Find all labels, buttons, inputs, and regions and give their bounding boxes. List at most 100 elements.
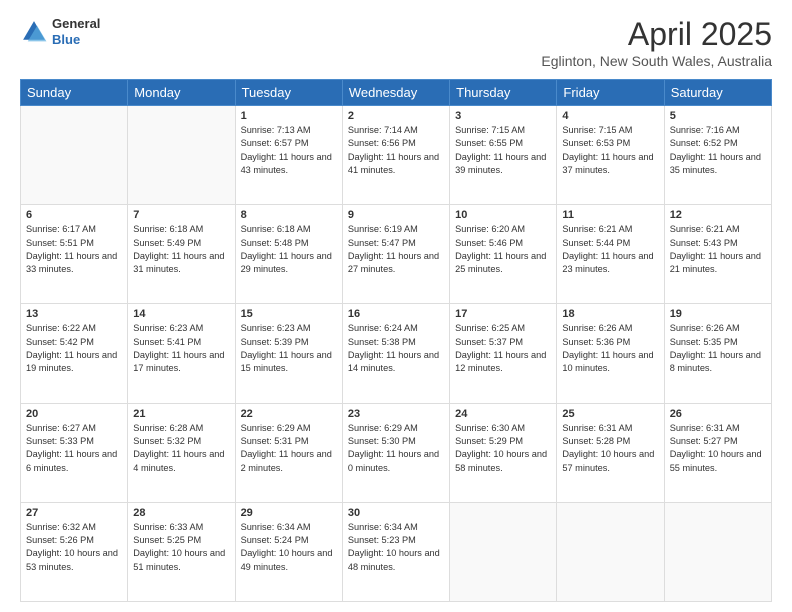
day-cell: 27 Sunrise: 6:32 AMSunset: 5:26 PMDayligh… <box>21 502 128 601</box>
day-detail: Sunrise: 7:16 AMSunset: 6:52 PMDaylight:… <box>670 124 766 177</box>
day-detail: Sunrise: 6:24 AMSunset: 5:38 PMDaylight:… <box>348 322 444 375</box>
day-number: 8 <box>241 209 337 221</box>
logo: General Blue <box>20 16 100 47</box>
week-row-2: 6 Sunrise: 6:17 AMSunset: 5:51 PMDaylight… <box>21 205 772 304</box>
day-cell: 29 Sunrise: 6:34 AMSunset: 5:24 PMDayligh… <box>235 502 342 601</box>
day-detail: Sunrise: 6:25 AMSunset: 5:37 PMDaylight:… <box>455 322 551 375</box>
day-detail: Sunrise: 6:29 AMSunset: 5:30 PMDaylight:… <box>348 422 444 475</box>
col-header-monday: Monday <box>128 80 235 106</box>
day-cell: 8 Sunrise: 6:18 AMSunset: 5:48 PMDaylight… <box>235 205 342 304</box>
day-detail: Sunrise: 6:17 AMSunset: 5:51 PMDaylight:… <box>26 223 122 276</box>
header: General Blue April 2025 Eglinton, New So… <box>20 16 772 69</box>
day-detail: Sunrise: 7:13 AMSunset: 6:57 PMDaylight:… <box>241 124 337 177</box>
month-title: April 2025 <box>541 16 772 53</box>
day-number: 30 <box>348 507 444 519</box>
day-number: 20 <box>26 408 122 420</box>
day-detail: Sunrise: 6:22 AMSunset: 5:42 PMDaylight:… <box>26 322 122 375</box>
day-number: 7 <box>133 209 229 221</box>
day-detail: Sunrise: 6:20 AMSunset: 5:46 PMDaylight:… <box>455 223 551 276</box>
day-number: 6 <box>26 209 122 221</box>
day-cell: 1 Sunrise: 7:13 AMSunset: 6:57 PMDaylight… <box>235 106 342 205</box>
day-number: 11 <box>562 209 658 221</box>
day-cell <box>664 502 771 601</box>
logo-icon <box>20 18 48 46</box>
location: Eglinton, New South Wales, Australia <box>541 53 772 69</box>
day-detail: Sunrise: 7:15 AMSunset: 6:53 PMDaylight:… <box>562 124 658 177</box>
day-cell: 24Sunrise: 6:30 AMSunset: 5:29 PMDayligh… <box>450 403 557 502</box>
day-cell <box>450 502 557 601</box>
week-row-4: 20 Sunrise: 6:27 AMSunset: 5:33 PMDayligh… <box>21 403 772 502</box>
day-number: 15 <box>241 308 337 320</box>
day-cell: 4 Sunrise: 7:15 AMSunset: 6:53 PMDaylight… <box>557 106 664 205</box>
day-detail: Sunrise: 6:18 AMSunset: 5:49 PMDaylight:… <box>133 223 229 276</box>
day-detail: Sunrise: 6:32 AMSunset: 5:26 PMDaylight:… <box>26 521 122 574</box>
day-detail: Sunrise: 6:23 AMSunset: 5:39 PMDaylight:… <box>241 322 337 375</box>
day-cell: 26Sunrise: 6:31 AMSunset: 5:27 PMDayligh… <box>664 403 771 502</box>
week-row-1: 1 Sunrise: 7:13 AMSunset: 6:57 PMDaylight… <box>21 106 772 205</box>
day-cell: 12 Sunrise: 6:21 AMSunset: 5:43 PMDayligh… <box>664 205 771 304</box>
day-cell <box>128 106 235 205</box>
day-cell: 2 Sunrise: 7:14 AMSunset: 6:56 PMDaylight… <box>342 106 449 205</box>
day-cell: 3 Sunrise: 7:15 AMSunset: 6:55 PMDaylight… <box>450 106 557 205</box>
day-number: 29 <box>241 507 337 519</box>
day-detail: Sunrise: 6:27 AMSunset: 5:33 PMDaylight:… <box>26 422 122 475</box>
day-cell: 16 Sunrise: 6:24 AMSunset: 5:38 PMDayligh… <box>342 304 449 403</box>
day-detail: Sunrise: 6:26 AMSunset: 5:35 PMDaylight:… <box>670 322 766 375</box>
day-cell <box>557 502 664 601</box>
day-number: 10 <box>455 209 551 221</box>
day-cell: 19Sunrise: 6:26 AMSunset: 5:35 PMDayligh… <box>664 304 771 403</box>
day-detail: Sunrise: 7:15 AMSunset: 6:55 PMDaylight:… <box>455 124 551 177</box>
day-cell: 23 Sunrise: 6:29 AMSunset: 5:30 PMDayligh… <box>342 403 449 502</box>
day-detail: Sunrise: 6:33 AMSunset: 5:25 PMDaylight:… <box>133 521 229 574</box>
day-cell: 6 Sunrise: 6:17 AMSunset: 5:51 PMDaylight… <box>21 205 128 304</box>
day-cell: 5Sunrise: 7:16 AMSunset: 6:52 PMDaylight… <box>664 106 771 205</box>
day-number: 3 <box>455 110 551 122</box>
day-number: 23 <box>348 408 444 420</box>
day-detail: Sunrise: 7:14 AMSunset: 6:56 PMDaylight:… <box>348 124 444 177</box>
day-detail: Sunrise: 6:31 AMSunset: 5:27 PMDaylight:… <box>670 422 766 475</box>
title-area: April 2025 Eglinton, New South Wales, Au… <box>541 16 772 69</box>
day-cell: 25Sunrise: 6:31 AMSunset: 5:28 PMDayligh… <box>557 403 664 502</box>
day-cell: 18Sunrise: 6:26 AMSunset: 5:36 PMDayligh… <box>557 304 664 403</box>
day-cell: 13 Sunrise: 6:22 AMSunset: 5:42 PMDayligh… <box>21 304 128 403</box>
header-row: SundayMondayTuesdayWednesdayThursdayFrid… <box>21 80 772 106</box>
day-detail: Sunrise: 6:34 AMSunset: 5:23 PMDaylight:… <box>348 521 444 574</box>
col-header-wednesday: Wednesday <box>342 80 449 106</box>
day-number: 16 <box>348 308 444 320</box>
day-cell: 30 Sunrise: 6:34 AMSunset: 5:23 PMDayligh… <box>342 502 449 601</box>
day-cell: 15 Sunrise: 6:23 AMSunset: 5:39 PMDayligh… <box>235 304 342 403</box>
day-detail: Sunrise: 6:21 AMSunset: 5:43 PMDaylight:… <box>670 223 766 276</box>
day-cell: 21 Sunrise: 6:28 AMSunset: 5:32 PMDayligh… <box>128 403 235 502</box>
day-detail: Sunrise: 6:18 AMSunset: 5:48 PMDaylight:… <box>241 223 337 276</box>
day-number: 2 <box>348 110 444 122</box>
calendar-table: SundayMondayTuesdayWednesdayThursdayFrid… <box>20 79 772 602</box>
day-cell: 7 Sunrise: 6:18 AMSunset: 5:49 PMDaylight… <box>128 205 235 304</box>
day-cell: 22 Sunrise: 6:29 AMSunset: 5:31 PMDayligh… <box>235 403 342 502</box>
day-number: 17 <box>455 308 551 320</box>
col-header-tuesday: Tuesday <box>235 80 342 106</box>
day-detail: Sunrise: 6:34 AMSunset: 5:24 PMDaylight:… <box>241 521 337 574</box>
day-detail: Sunrise: 6:21 AMSunset: 5:44 PMDaylight:… <box>562 223 658 276</box>
col-header-thursday: Thursday <box>450 80 557 106</box>
col-header-saturday: Saturday <box>664 80 771 106</box>
day-number: 27 <box>26 507 122 519</box>
day-cell: 28 Sunrise: 6:33 AMSunset: 5:25 PMDayligh… <box>128 502 235 601</box>
day-cell: 9Sunrise: 6:19 AMSunset: 5:47 PMDaylight… <box>342 205 449 304</box>
day-cell: 11 Sunrise: 6:21 AMSunset: 5:44 PMDayligh… <box>557 205 664 304</box>
day-detail: Sunrise: 6:29 AMSunset: 5:31 PMDaylight:… <box>241 422 337 475</box>
day-cell <box>21 106 128 205</box>
day-detail: Sunrise: 6:28 AMSunset: 5:32 PMDaylight:… <box>133 422 229 475</box>
week-row-3: 13 Sunrise: 6:22 AMSunset: 5:42 PMDayligh… <box>21 304 772 403</box>
day-number: 22 <box>241 408 337 420</box>
day-number: 28 <box>133 507 229 519</box>
day-number: 9 <box>348 209 444 221</box>
day-number: 21 <box>133 408 229 420</box>
day-number: 18 <box>562 308 658 320</box>
day-number: 12 <box>670 209 766 221</box>
day-cell: 14Sunrise: 6:23 AMSunset: 5:41 PMDayligh… <box>128 304 235 403</box>
day-cell: 17 Sunrise: 6:25 AMSunset: 5:37 PMDayligh… <box>450 304 557 403</box>
day-detail: Sunrise: 6:30 AMSunset: 5:29 PMDaylight:… <box>455 422 551 475</box>
day-number: 13 <box>26 308 122 320</box>
day-number: 4 <box>562 110 658 122</box>
day-number: 1 <box>241 110 337 122</box>
